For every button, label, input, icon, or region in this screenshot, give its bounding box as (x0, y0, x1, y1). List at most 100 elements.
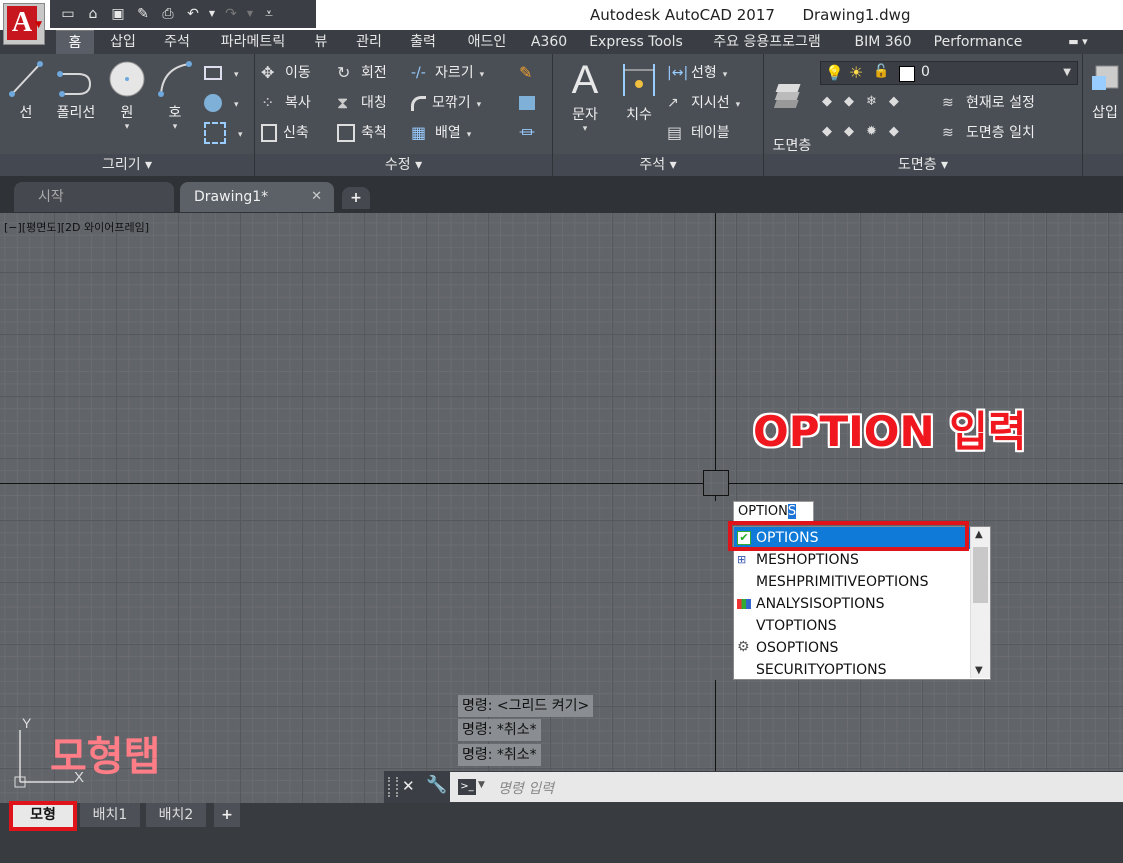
mirror-button[interactable]: ⧗ 대칭 (337, 90, 387, 116)
autocomplete-item-vtoptions[interactable]: VTOPTIONS (734, 615, 970, 637)
autocomplete-item-meshoptions[interactable]: ⊞ MESHOPTIONS (734, 549, 970, 571)
draw-panel-label[interactable]: 그리기 ▾ (0, 154, 254, 176)
rectangle-button[interactable]: ▾ (204, 60, 239, 86)
tab-drawing1[interactable]: Drawing1* ✕ (180, 182, 334, 212)
viewport-controls-label[interactable]: [−][평면도][2D 와이어프레임] (4, 219, 149, 235)
tab-manage[interactable]: 관리 (346, 30, 392, 54)
tab-bim360[interactable]: BIM 360 (848, 30, 918, 54)
table-label: 테이블 (691, 125, 730, 141)
modify-panel-label[interactable]: 수정 ▾ (255, 154, 552, 176)
application-menu-button[interactable]: A ▼ (3, 3, 45, 45)
move-button[interactable]: ✥ 이동 (261, 60, 311, 86)
explode-button[interactable] (519, 90, 541, 116)
match-properties-button[interactable]: ✎ (519, 60, 543, 86)
close-icon[interactable]: ✕ (402, 777, 415, 795)
autocomplete-item-meshprimitiveoptions[interactable]: MESHPRIMITIVEOPTIONS (734, 571, 970, 593)
scale-label: 축척 (361, 125, 387, 141)
chevron-down-icon[interactable]: ▼ (478, 780, 485, 790)
array-button[interactable]: ▦ 배열 ▾ (411, 120, 471, 146)
tab-annotate[interactable]: 주석 (154, 30, 200, 54)
circle-label: 원 (120, 105, 134, 121)
boundary-button[interactable]: ▾ (204, 120, 243, 146)
offset-button[interactable]: ⏛ (519, 120, 543, 146)
tab-a360[interactable]: A360 (526, 30, 572, 54)
line-button[interactable]: 선 (6, 60, 46, 122)
undo-dropdown-icon[interactable]: ▼ (208, 5, 216, 23)
open-folder-icon[interactable]: ⌂ (83, 5, 103, 23)
tab-express-tools[interactable]: Express Tools (584, 30, 688, 54)
redo-dropdown-icon[interactable]: ▼ (246, 5, 254, 23)
stretch-button[interactable]: 신축 (261, 120, 309, 146)
line-label: 선 (19, 105, 33, 121)
text-a-icon: A (571, 58, 599, 102)
tab-featured-apps[interactable]: 주요 응용프로그램 (700, 30, 834, 54)
customize-toolbar-icon[interactable]: ⩡ (259, 5, 279, 23)
list-item-label: VTOPTIONS (756, 618, 837, 634)
undo-icon[interactable]: ↶ (183, 5, 203, 23)
typed-text: OPTION (738, 504, 788, 519)
autocomplete-scrollbar[interactable]: ▲ ▼ (970, 527, 990, 678)
rotate-button[interactable]: ↻ 회전 (337, 60, 387, 86)
circle-button[interactable]: 원 ▾ (106, 60, 148, 132)
scroll-down-icon[interactable]: ▼ (975, 665, 983, 676)
drag-handle-icon[interactable] (388, 777, 398, 797)
stretch-icon (261, 124, 277, 142)
make-current-label: 현재로 설정 (966, 95, 1035, 111)
layer-tools-row-1[interactable]: ◆◆❄◆ (822, 94, 911, 109)
hatch-button[interactable]: ▾ (204, 90, 239, 116)
pickbox-cursor (703, 470, 729, 496)
layer-dropdown[interactable]: 💡 ☀ 🔓 0 ▼ (820, 61, 1078, 85)
scrollbar-thumb[interactable] (973, 547, 988, 603)
tab-parametric[interactable]: 파라메트릭 (208, 30, 298, 54)
save-icon[interactable]: ▣ (108, 5, 128, 23)
copy-button[interactable]: ⁘ 복사 (261, 90, 311, 116)
text-button[interactable]: A 문자 ▾ (563, 60, 607, 134)
insert-panel: 삽입 (1083, 54, 1123, 176)
leader-button[interactable]: ↗ 지시선 ▾ (667, 90, 740, 116)
trim-button[interactable]: -/- 자르기 ▾ (411, 60, 484, 86)
tab-view[interactable]: 뷰 (306, 30, 336, 54)
new-layout-button[interactable]: + (214, 803, 240, 827)
tab-home[interactable]: 홈 (56, 30, 94, 55)
tab-layout2[interactable]: 배치2 (146, 803, 206, 827)
new-tab-button[interactable]: + (342, 187, 370, 209)
insert-block-button[interactable]: 삽입 (1087, 60, 1123, 122)
autocomplete-item-analysisoptions[interactable]: ANALYSISOPTIONS (734, 593, 970, 615)
scroll-up-icon[interactable]: ▲ (975, 529, 983, 540)
insert-block-icon (1092, 65, 1119, 90)
make-current-button[interactable]: ≋ 현재로 설정 (942, 90, 1035, 116)
print-icon[interactable]: ⎙ (158, 5, 178, 23)
tab-start[interactable]: 시작 (14, 182, 174, 212)
modify-panel: ✥ 이동 ↻ 회전 -/- 자르기 ▾ ✎ ⁘ 복사 ⧗ 대칭 모깎기 ▾ 신축 축척 ▦ 배열… (255, 54, 553, 176)
crosshair-vertical-top (715, 213, 716, 471)
wrench-icon[interactable]: 🔧 (426, 775, 447, 795)
match-layer-button[interactable]: ≋ 도면층 일치 (942, 120, 1035, 146)
ribbon-toggle-icon[interactable]: ▬ ▾ (1058, 30, 1098, 54)
polyline-button[interactable]: 폴리선 (50, 60, 102, 122)
redo-icon[interactable]: ↷ (221, 5, 241, 23)
tab-insert[interactable]: 삽입 (100, 30, 146, 54)
tab-performance[interactable]: Performance (928, 30, 1028, 54)
command-prompt-icon[interactable]: >_ (458, 779, 476, 795)
new-file-icon[interactable]: ▭ (58, 5, 78, 23)
fillet-label: 모깎기 (432, 95, 471, 111)
linear-button[interactable]: |↔| 선형 ▾ (667, 60, 727, 86)
annotation-panel-label[interactable]: 주석 ▾ (553, 154, 763, 176)
scale-button[interactable]: 축척 (337, 120, 387, 146)
dimension-button[interactable]: 치수 (617, 60, 661, 124)
fillet-button[interactable]: 모깎기 ▾ (411, 90, 481, 116)
tab-output[interactable]: 출력 (400, 30, 446, 54)
tab-layout1[interactable]: 배치1 (80, 803, 140, 827)
save-as-icon[interactable]: ✎ (133, 5, 153, 23)
drawing1-tab-label: Drawing1* (194, 189, 269, 205)
close-icon[interactable]: ✕ (311, 182, 322, 212)
tab-addins[interactable]: 애드인 (456, 30, 518, 54)
autocomplete-item-osoptions[interactable]: ⚙ OSOPTIONS (734, 637, 970, 659)
arc-button[interactable]: 호 ▾ (154, 60, 196, 132)
autocomplete-item-securityoptions[interactable]: SECURITYOPTIONS (734, 659, 970, 681)
layer-tools-row-2[interactable]: ◆◆✹◆ (822, 124, 911, 139)
dynamic-input-field[interactable]: OPTIONS (733, 501, 814, 522)
fillet-icon (411, 95, 426, 111)
table-button[interactable]: ▤ 테이블 (667, 120, 730, 146)
layers-panel-label[interactable]: 도면층 ▾ (764, 154, 1082, 176)
